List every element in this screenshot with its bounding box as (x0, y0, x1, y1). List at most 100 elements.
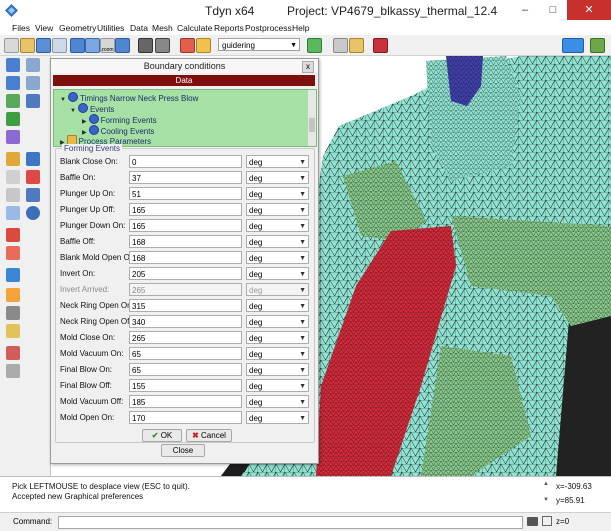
zoom-icon[interactable]: zoom (100, 38, 115, 53)
field-value-input[interactable]: 170 (129, 411, 242, 424)
unit-select[interactable]: deg ▼ (246, 299, 309, 312)
menu-data[interactable]: Data (130, 23, 148, 33)
view-front-icon[interactable] (26, 58, 40, 72)
layer-stack-icon[interactable] (307, 38, 322, 53)
unit-select[interactable]: deg ▼ (246, 235, 309, 248)
tree-item-events[interactable]: ▼ Events (70, 103, 114, 114)
pan-icon[interactable] (115, 38, 130, 53)
tree-scrollbar[interactable] (308, 90, 316, 146)
unit-select[interactable]: deg ▼ (246, 331, 309, 344)
menu-view[interactable]: View (35, 23, 53, 33)
delete-icon[interactable] (6, 306, 20, 320)
menu-files[interactable]: Files (12, 23, 30, 33)
unit-select[interactable]: deg ▼ (246, 251, 309, 264)
unit-select[interactable]: deg ▼ (246, 395, 309, 408)
unit-select[interactable]: deg ▼ (246, 363, 309, 376)
tree-item-forming-events[interactable]: ▶ Forming Events (82, 114, 157, 125)
settings-check-icon[interactable] (333, 38, 348, 53)
zoom-in-icon[interactable] (6, 58, 20, 72)
menu-postprocess[interactable]: Postprocess (245, 23, 292, 33)
field-value-input[interactable]: 65 (129, 347, 242, 360)
import-icon[interactable] (52, 38, 67, 53)
unit-select[interactable]: deg ▼ (246, 347, 309, 360)
render-icon[interactable] (6, 130, 20, 144)
close-dialog-button[interactable]: Close (161, 444, 205, 457)
field-value-input[interactable]: 165 (129, 203, 242, 216)
measure-icon[interactable] (6, 324, 20, 338)
arc-icon[interactable] (6, 188, 20, 202)
polyline-icon[interactable] (6, 206, 20, 220)
material-icon[interactable] (26, 188, 40, 202)
field-value-input[interactable]: 51 (129, 187, 242, 200)
field-value-input[interactable]: 205 (129, 267, 242, 280)
layer-visibility-icon[interactable] (196, 38, 211, 53)
cancel-button[interactable]: ✖ Cancel (186, 429, 232, 442)
info-icon[interactable] (26, 152, 40, 166)
ok-button[interactable]: ✔ OK (142, 429, 182, 442)
field-value-input[interactable]: 340 (129, 315, 242, 328)
field-value-input[interactable]: 168 (129, 251, 242, 264)
exit-icon[interactable] (373, 38, 388, 53)
edit-icon[interactable] (349, 38, 364, 53)
field-value-input[interactable]: 165 (129, 219, 242, 232)
layers-icon[interactable] (180, 38, 195, 53)
volume-icon[interactable] (6, 246, 20, 260)
menu-calculate[interactable]: Calculate (177, 23, 212, 33)
unit-select[interactable]: deg ▼ (246, 171, 309, 184)
menu-mesh[interactable]: Mesh (152, 23, 173, 33)
unit-select[interactable]: deg ▼ (246, 187, 309, 200)
list-icon[interactable] (6, 364, 20, 378)
print-icon[interactable] (155, 38, 170, 53)
field-value-input[interactable]: 37 (129, 171, 242, 184)
copy-icon[interactable] (6, 288, 20, 302)
point-icon[interactable] (6, 152, 20, 166)
menu-utilities[interactable]: Utilities (97, 23, 124, 33)
layer-combo[interactable]: guidering ▼ (218, 38, 300, 51)
close-window-button[interactable]: ✕ (567, 0, 611, 20)
scrollbar-thumb[interactable] (309, 118, 315, 132)
run-icon[interactable] (590, 38, 605, 53)
message-scroll-down-icon[interactable]: ▼ (543, 497, 549, 503)
keyboard-icon[interactable] (527, 517, 538, 526)
zoom-out-icon[interactable] (6, 76, 20, 90)
check-icon[interactable] (26, 94, 40, 108)
field-value-input[interactable]: 0 (129, 155, 242, 168)
mesh-icon[interactable] (6, 268, 20, 282)
camera-icon[interactable] (138, 38, 153, 53)
message-scroll-up-icon[interactable]: ▲ (543, 481, 549, 487)
menu-reports[interactable]: Reports (214, 23, 244, 33)
unit-select[interactable]: deg ▼ (246, 379, 309, 392)
open-folder-icon[interactable] (20, 38, 35, 53)
boundary-icon[interactable] (26, 170, 40, 184)
field-value-input[interactable]: 315 (129, 299, 242, 312)
recycle-icon[interactable] (6, 112, 20, 126)
field-value-input[interactable]: 155 (129, 379, 242, 392)
viewport-toggle-icon[interactable] (562, 38, 584, 53)
unit-select[interactable]: deg ▼ (246, 219, 309, 232)
minimize-button[interactable]: – (511, 0, 539, 20)
unit-select[interactable]: deg ▼ (246, 155, 309, 168)
view-side-icon[interactable] (26, 76, 40, 90)
help-icon[interactable] (26, 206, 40, 220)
grid-icon[interactable] (542, 516, 552, 526)
line-icon[interactable] (6, 170, 20, 184)
dialog-close-icon[interactable]: x (302, 61, 314, 73)
redraw-icon[interactable] (6, 94, 20, 108)
unit-select[interactable]: deg ▼ (246, 203, 309, 216)
field-value-input[interactable]: 185 (129, 395, 242, 408)
unit-select[interactable]: deg ▼ (246, 315, 309, 328)
field-value-input[interactable]: 265 (129, 331, 242, 344)
new-file-icon[interactable] (4, 38, 19, 53)
surface-icon[interactable] (6, 228, 20, 242)
rotate-view-icon[interactable] (70, 38, 85, 53)
menu-help[interactable]: Help (292, 23, 309, 33)
menu-geometry[interactable]: Geometry (59, 23, 96, 33)
unit-select[interactable]: deg ▼ (246, 267, 309, 280)
command-input[interactable] (58, 516, 523, 529)
save-icon[interactable] (36, 38, 51, 53)
intersect-icon[interactable] (6, 346, 20, 360)
field-value-input[interactable]: 168 (129, 235, 242, 248)
rotate-view-2-icon[interactable] (85, 38, 100, 53)
unit-select[interactable]: deg ▼ (246, 411, 309, 424)
field-value-input[interactable]: 65 (129, 363, 242, 376)
